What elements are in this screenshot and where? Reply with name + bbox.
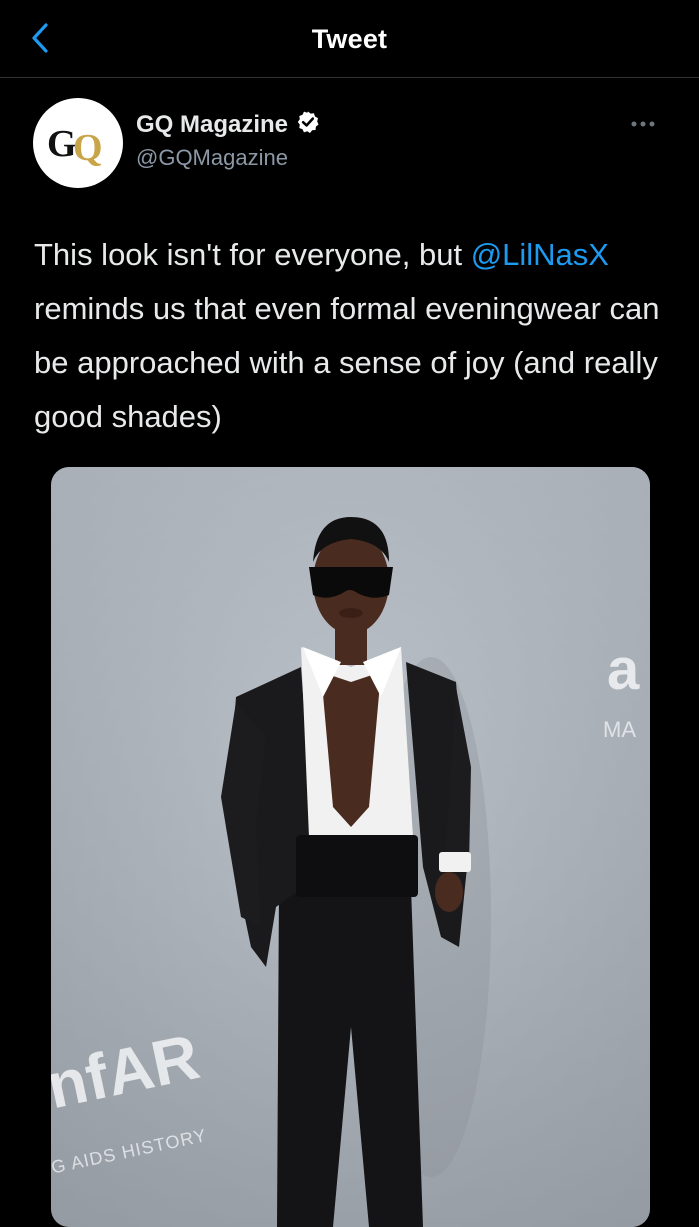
tweet-author-header: G Q GQ Magazine @GQMagazine [0,78,699,218]
page-title: Tweet [311,24,388,54]
tweet-text-part-1: This look isn't for everyone, but [34,237,471,272]
display-name-row: GQ Magazine [136,110,320,139]
author-names: GQ Magazine @GQMagazine [136,110,320,171]
avatar[interactable]: G Q [33,98,123,188]
figure-cummerbund [296,835,418,897]
author-handle[interactable]: @GQMagazine [136,145,320,171]
gq-logo-letter-q: Q [73,127,103,169]
mention-link[interactable]: @LilNasX [471,237,609,272]
figure-right-cuff [439,852,471,872]
gq-logo-icon: G Q [47,123,103,169]
figure-lips [339,608,363,618]
more-dots-icon [630,115,656,133]
backdrop-text-right: MA [603,717,636,742]
figure-right-hand [435,872,463,912]
more-options-button[interactable] [623,114,663,134]
tweet-text-part-2: reminds us that even formal eveningwear … [34,291,660,434]
display-name[interactable]: GQ Magazine [136,111,288,139]
tweet-photo[interactable]: nfAR G AIDS HISTORY a MA [51,467,650,1227]
photo-illustration: nfAR G AIDS HISTORY a MA [51,467,650,1227]
verified-badge-icon [296,110,320,139]
tweet-text: This look isn't for everyone, but @LilNa… [34,228,674,444]
top-bar: Tweet [0,0,699,78]
backdrop-logo-right: a [607,637,640,702]
